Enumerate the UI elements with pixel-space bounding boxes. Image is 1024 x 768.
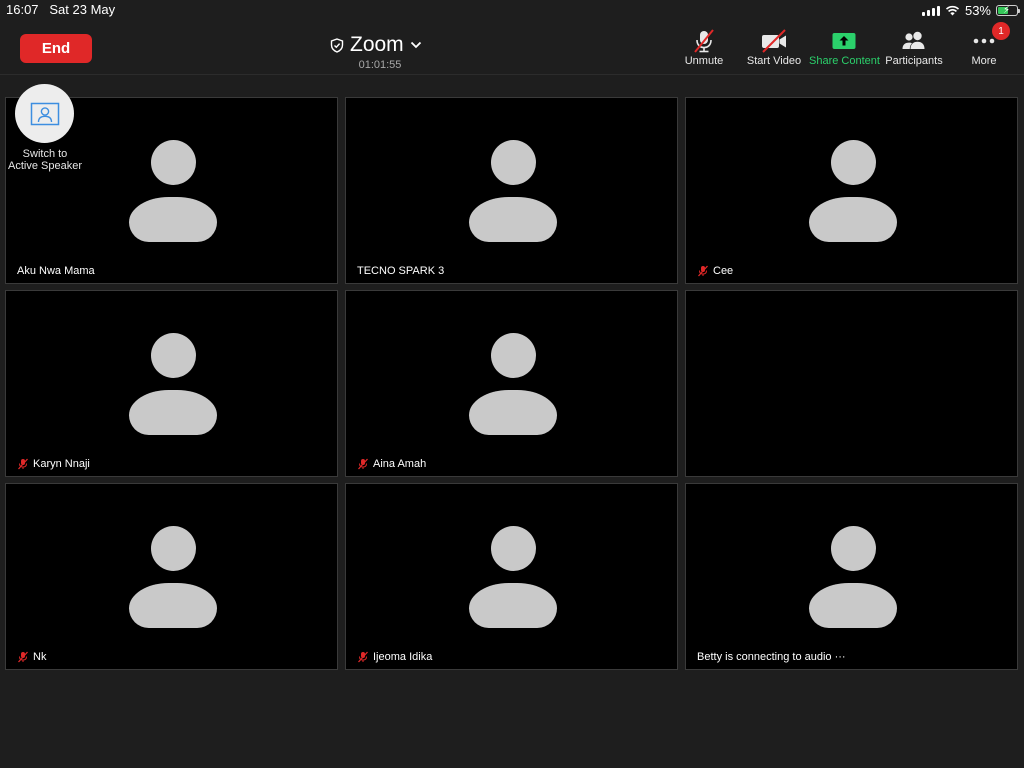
switch-view-label-line2: Active Speaker (8, 160, 82, 172)
meeting-name: Zoom (350, 33, 404, 56)
participant-name: Aku Nwa Mama (17, 265, 95, 277)
start-video-label: Start Video (746, 55, 802, 67)
avatar-placeholder-icon (469, 526, 557, 628)
participant-tile[interactable]: Ijeoma Idika (345, 483, 678, 670)
end-meeting-button[interactable]: End (20, 34, 92, 63)
chevron-down-icon (410, 41, 421, 49)
microphone-muted-icon (18, 651, 28, 663)
status-bar: 16:07 Sat 23 May 53% ⚡ (0, 0, 1024, 20)
toolbar-divider (0, 74, 1024, 75)
share-content-label: Share Content (809, 55, 880, 67)
participant-name-label: Ijeoma Idika (357, 651, 432, 663)
participants-button[interactable]: Participants (879, 28, 949, 68)
switch-view-label: Switch to Active Speaker (0, 148, 90, 172)
participant-name: Karyn Nnaji (33, 458, 90, 470)
avatar-placeholder-icon (129, 333, 217, 435)
meeting-title[interactable]: Zoom (330, 32, 430, 58)
participant-name-label: TECNO SPARK 3 (357, 265, 444, 277)
unmute-label: Unmute (684, 55, 724, 67)
switch-view-button[interactable] (15, 84, 74, 143)
share-content-button[interactable]: Share Content (809, 28, 880, 68)
share-screen-icon (832, 33, 856, 49)
avatar-placeholder-icon (809, 140, 897, 242)
meeting-timer: 01:01:55 (358, 59, 402, 71)
unmute-button[interactable]: Unmute (669, 28, 739, 68)
shield-icon (330, 37, 344, 53)
active-speaker-icon (30, 102, 59, 125)
start-video-button[interactable]: Start Video (739, 28, 809, 68)
more-button[interactable]: More 1 (949, 22, 1019, 68)
participant-name-label: Aku Nwa Mama (17, 265, 95, 277)
participant-name: Cee (713, 265, 734, 277)
switch-view-label-line1: Switch to (22, 148, 68, 160)
battery-icon: ⚡ (996, 4, 1020, 16)
participant-tile[interactable]: Nk (5, 483, 338, 670)
participant-tile[interactable]: Karyn Nnaji (5, 290, 338, 477)
status-date: Sat 23 May (49, 2, 116, 17)
avatar-placeholder-icon (809, 526, 897, 628)
participants-label: Participants (885, 55, 943, 67)
participant-name-label: Aina Amah (357, 458, 426, 470)
participant-tile[interactable]: TECNO SPARK 3 (345, 97, 678, 284)
participant-name-label: Cee (697, 265, 733, 277)
microphone-muted-icon (694, 29, 714, 53)
participant-tile[interactable]: Betty is connecting to audio ··· (685, 483, 1018, 670)
microphone-muted-icon (698, 265, 708, 277)
status-time: 16:07 Sat 23 May (6, 2, 115, 17)
wifi-icon (945, 5, 960, 15)
battery-percent: 53% (964, 2, 991, 18)
avatar-placeholder-icon (469, 333, 557, 435)
participant-tile[interactable]: Cee (685, 97, 1018, 284)
participant-name-label: Betty is connecting to audio ··· (697, 651, 846, 663)
avatar-placeholder-icon (469, 140, 557, 242)
notification-badge: 1 (992, 22, 1010, 40)
more-label: More (971, 55, 997, 67)
participant-name: Nk (33, 651, 47, 663)
video-camera-off-icon (762, 29, 786, 53)
microphone-muted-icon (358, 651, 368, 663)
participant-name: TECNO SPARK 3 (357, 265, 445, 277)
status-indicators: 53% ⚡ (921, 2, 1020, 18)
microphone-muted-icon (358, 458, 368, 470)
participant-tile[interactable]: Aina Amah (345, 290, 678, 477)
participant-name-label: Nk (17, 651, 46, 663)
avatar-placeholder-icon (129, 140, 217, 242)
participant-name: Aina Amah (373, 458, 427, 470)
status-clock: 16:07 (6, 2, 39, 17)
participants-icon (902, 31, 925, 49)
participant-name: Betty is connecting to audio ··· (697, 651, 846, 663)
participant-name-label: Karyn Nnaji (17, 458, 90, 470)
cellular-signal-icon (921, 5, 940, 16)
participant-tile-empty[interactable] (685, 290, 1018, 477)
microphone-muted-icon (18, 458, 28, 470)
participant-name: Ijeoma Idika (373, 651, 433, 663)
avatar-placeholder-icon (129, 526, 217, 628)
